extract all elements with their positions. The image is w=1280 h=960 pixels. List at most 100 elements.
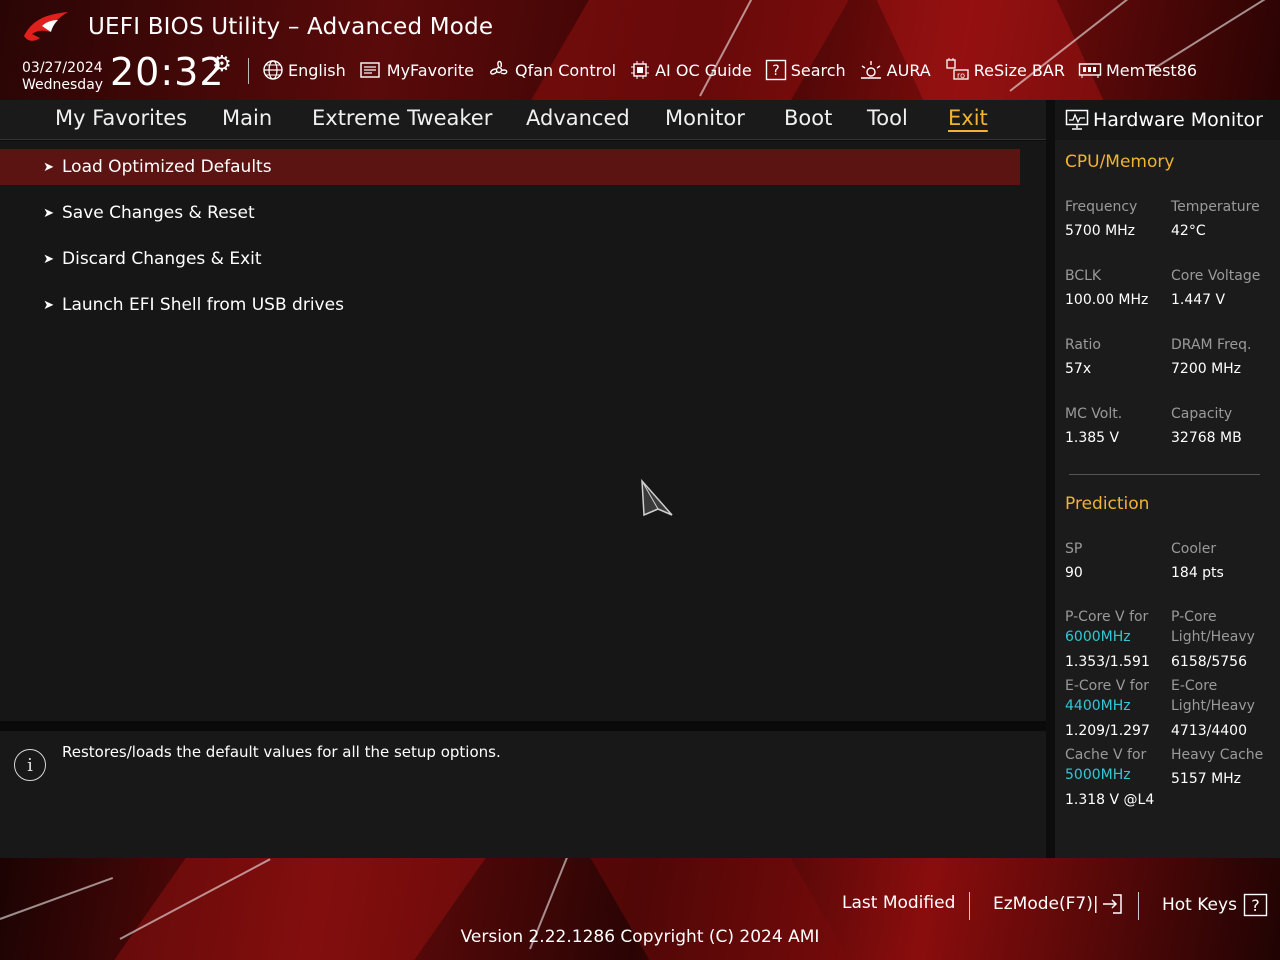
gear-icon[interactable]: ⚙ xyxy=(212,52,232,77)
pcore-light-heavy-label: P-Core Light/Heavy xyxy=(1171,609,1255,645)
sp-label: SP xyxy=(1065,541,1083,557)
page-title: UEFI BIOS Utility – Advanced Mode xyxy=(88,14,494,40)
hot-keys-button[interactable]: Hot Keys ? xyxy=(1162,893,1269,917)
aura-icon xyxy=(860,61,881,79)
ecore-v-value: 1.209/1.297 xyxy=(1065,723,1150,739)
search-icon: ? xyxy=(765,59,786,81)
fan-icon xyxy=(490,60,508,75)
search-label: Search xyxy=(790,60,846,80)
svg-text:?: ? xyxy=(1251,896,1260,915)
chevron-right-icon: ➤ xyxy=(43,251,54,267)
memtest86-button[interactable]: MemTest86 xyxy=(1078,61,1197,80)
ecore-v-label: E-Core V for 4400MHz xyxy=(1065,678,1150,714)
tab-my-favorites[interactable]: My Favorites xyxy=(55,106,187,130)
ratio-value: 57x xyxy=(1065,361,1092,377)
pcore-v-frequency: 6000MHz xyxy=(1065,629,1131,645)
mc-volt-value: 1.385 V xyxy=(1065,430,1120,446)
version-text: Version 2.22.1286 Copyright (C) 2024 AMI xyxy=(460,927,820,947)
qfan-control-button[interactable]: Qfan Control xyxy=(487,58,616,82)
date-display: 03/27/2024 Wednesday xyxy=(22,60,103,94)
weekday-value: Wednesday xyxy=(22,77,104,93)
myfavorite-label: MyFavorite xyxy=(386,60,474,80)
ratio-label: Ratio xyxy=(1065,337,1101,353)
cache-v-label: Cache V for 5000MHz xyxy=(1065,747,1147,783)
frequency-label: Frequency xyxy=(1065,199,1138,215)
date-value: 03/27/2024 xyxy=(22,60,103,76)
ai-oc-guide-button[interactable]: AI OC Guide xyxy=(629,59,752,81)
frequency-value: 5700 MHz xyxy=(1065,223,1136,239)
pcore-v-label: P-Core V for 6000MHz xyxy=(1065,609,1149,645)
menu-item-label: Load Optimized Defaults xyxy=(62,157,272,177)
globe-icon xyxy=(263,60,283,80)
tab-boot[interactable]: Boot xyxy=(784,106,832,130)
qfan-control-label: Qfan Control xyxy=(515,60,617,80)
ai-oc-guide-label: AI OC Guide xyxy=(655,60,752,80)
menu-item-discard-changes-exit[interactable]: ➤ Discard Changes & Exit xyxy=(0,241,1020,277)
aura-label: AURA xyxy=(886,60,931,80)
tab-advanced[interactable]: Advanced xyxy=(526,106,630,130)
memtest86-label: MemTest86 xyxy=(1105,60,1198,80)
last-modified-button[interactable]: Last Modified xyxy=(842,893,955,913)
bclk-label: BCLK xyxy=(1065,268,1102,284)
tab-monitor[interactable]: Monitor xyxy=(665,106,745,130)
ezmode-button[interactable]: EzMode(F7)| xyxy=(993,893,1125,915)
pcore-light-heavy-value: 6158/5756 xyxy=(1171,654,1247,670)
ecore-v-frequency: 4400MHz xyxy=(1065,698,1131,714)
myfavorite-button[interactable]: MyFavorite xyxy=(359,60,474,80)
mc-volt-label: MC Volt. xyxy=(1065,406,1123,422)
monitor-icon xyxy=(1065,109,1089,130)
header-separator xyxy=(248,58,249,84)
menu-item-label: Save Changes & Reset xyxy=(62,203,255,223)
capacity-value: 32768 MB xyxy=(1171,430,1242,446)
language-button[interactable]: English xyxy=(262,59,346,81)
hot-keys-label: Hot Keys xyxy=(1162,895,1237,915)
help-panel: i Restores/loads the default values for … xyxy=(0,731,1046,858)
temperature-value: 42°C xyxy=(1171,223,1206,239)
ezmode-label: EzMode(F7)| xyxy=(993,894,1099,914)
clock-display: 20:32 xyxy=(110,50,225,94)
ecore-light-heavy-label: E-Core Light/Heavy xyxy=(1171,678,1255,714)
bclk-value: 100.00 MHz xyxy=(1065,292,1149,308)
hardware-monitor-panel: Hardware Monitor CPU/Memory Frequency 57… xyxy=(1055,100,1280,858)
aura-button[interactable]: AURA xyxy=(859,59,931,81)
exit-arrow-icon xyxy=(1102,894,1122,914)
dram-freq-value: 7200 MHz xyxy=(1171,361,1242,377)
menu-item-load-optimized-defaults[interactable]: ➤ Load Optimized Defaults xyxy=(0,149,1020,185)
chevron-right-icon: ➤ xyxy=(43,205,54,221)
tab-tool[interactable]: Tool xyxy=(867,106,908,130)
footer-separator xyxy=(1138,892,1139,920)
ecore-light-heavy-value: 4713/4400 xyxy=(1171,723,1247,739)
heavy-cache-label: Heavy Cache xyxy=(1171,747,1264,763)
chevron-right-icon: ➤ xyxy=(43,159,54,175)
temperature-label: Temperature xyxy=(1171,199,1260,215)
chevron-right-icon: ➤ xyxy=(43,297,54,313)
memtest-icon xyxy=(1078,63,1102,78)
dram-freq-label: DRAM Freq. xyxy=(1171,337,1252,353)
menu-item-launch-efi-shell[interactable]: ➤ Launch EFI Shell from USB drives xyxy=(0,287,1020,323)
cooler-label: Cooler xyxy=(1171,541,1217,557)
menu-item-save-changes-reset[interactable]: ➤ Save Changes & Reset xyxy=(0,195,1020,231)
resize-bar-icon: ro xyxy=(946,58,969,80)
panel-divider xyxy=(0,721,1046,731)
help-question-icon: ? xyxy=(1243,893,1268,917)
tab-extreme-tweaker[interactable]: Extreme Tweaker xyxy=(312,106,492,130)
resize-bar-button[interactable]: ro ReSize BAR xyxy=(944,58,1065,82)
prediction-heading: Prediction xyxy=(1065,494,1150,514)
language-label: English xyxy=(288,60,346,80)
tab-main[interactable]: Main xyxy=(222,106,272,130)
section-divider xyxy=(1069,474,1260,475)
core-voltage-value: 1.447 V xyxy=(1171,292,1226,308)
tab-exit[interactable]: Exit xyxy=(948,106,988,130)
info-icon: i xyxy=(14,749,46,781)
capacity-label: Capacity xyxy=(1171,406,1233,422)
cache-v-frequency: 5000MHz xyxy=(1065,767,1131,783)
menu-item-label: Launch EFI Shell from USB drives xyxy=(62,295,344,315)
tab-bar: My Favorites Main Extreme Tweaker Advanc… xyxy=(0,100,1046,140)
hardware-monitor-title: Hardware Monitor xyxy=(1093,109,1263,131)
cooler-value: 184 pts xyxy=(1171,565,1224,581)
search-button[interactable]: ? Search xyxy=(765,59,846,81)
mouse-cursor-icon xyxy=(641,479,673,517)
svg-text:?: ? xyxy=(772,63,779,79)
pcore-v-value: 1.353/1.591 xyxy=(1065,654,1150,670)
toolbar: English MyFavorite Qfan Control AI OC Gu… xyxy=(262,58,1210,82)
